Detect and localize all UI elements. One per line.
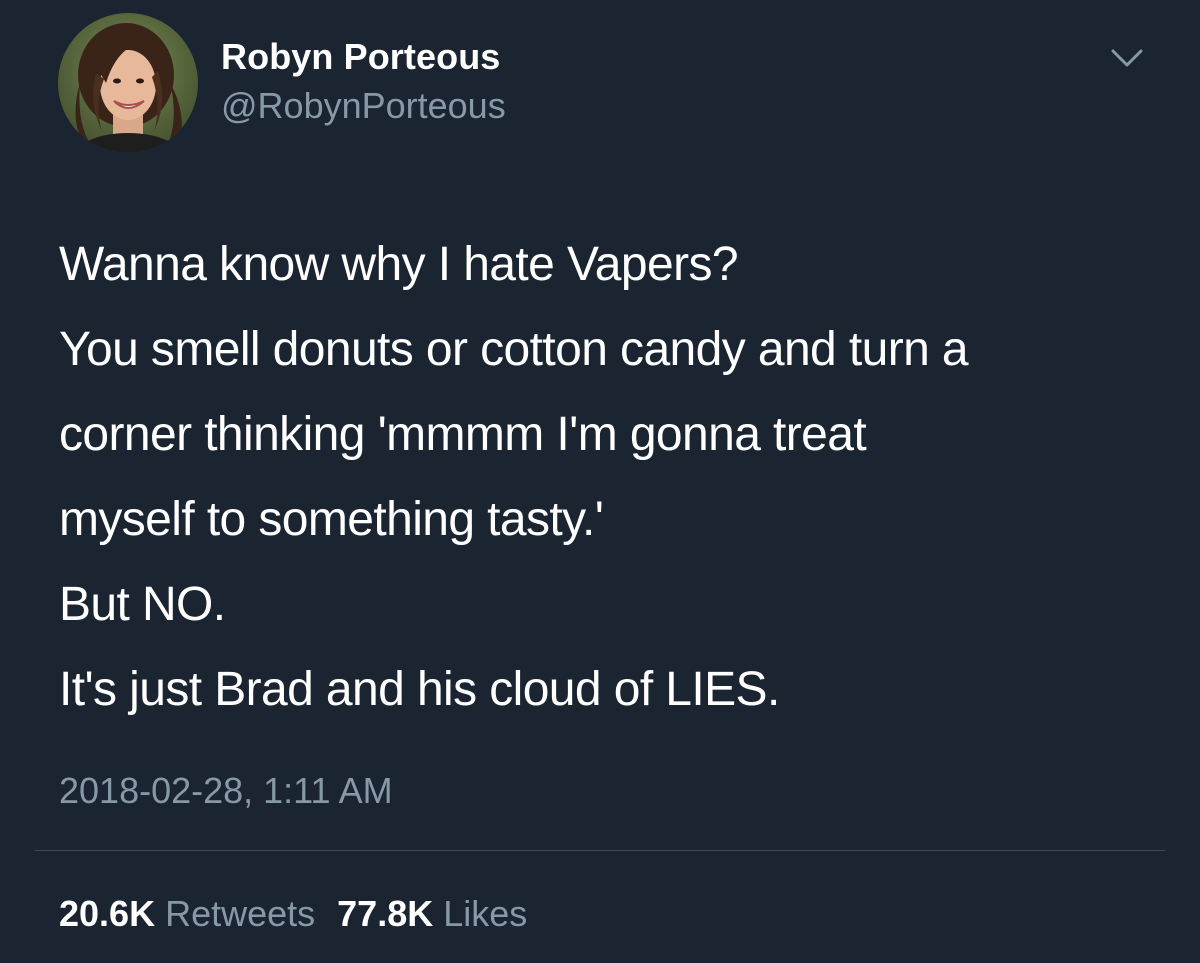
retweets-count: 20.6K bbox=[59, 893, 156, 934]
tweet-menu-button[interactable] bbox=[1110, 46, 1144, 70]
tweet-text-line: myself to something tasty.' bbox=[59, 493, 604, 546]
avatar[interactable] bbox=[58, 13, 198, 153]
retweets-label: Retweets bbox=[165, 893, 316, 934]
retweets-stat[interactable]: 20.6K Retweets bbox=[59, 893, 315, 934]
chevron-down-icon bbox=[1111, 49, 1143, 67]
tweet-text-line: You smell donuts or cotton candy and tur… bbox=[59, 323, 969, 376]
tweet-timestamp[interactable]: 2018-02-28, 1:11 AM bbox=[59, 770, 393, 812]
author-display-name[interactable]: Robyn Porteous bbox=[221, 36, 500, 78]
tweet-text-line: But NO. bbox=[59, 578, 226, 631]
likes-stat[interactable]: 77.8K Likes bbox=[337, 893, 527, 934]
divider bbox=[35, 850, 1165, 851]
tweet-text: Wanna know why I hate Vapers? You smell … bbox=[59, 222, 1169, 732]
tweet-text-line: It's just Brad and his cloud of LIES. bbox=[59, 663, 780, 716]
likes-label: Likes bbox=[443, 893, 528, 934]
author-handle[interactable]: @RobynPorteous bbox=[221, 85, 506, 127]
engagement-stats: 20.6K Retweets 77.8K Likes bbox=[59, 893, 527, 935]
tweet-text-line: Wanna know why I hate Vapers? bbox=[59, 238, 739, 291]
tweet-card: Robyn Porteous @RobynPorteous Wanna know… bbox=[0, 0, 1200, 963]
likes-count: 77.8K bbox=[337, 893, 434, 934]
profile-photo bbox=[58, 13, 198, 153]
tweet-text-line: corner thinking 'mmmm I'm gonna treat bbox=[59, 408, 867, 461]
